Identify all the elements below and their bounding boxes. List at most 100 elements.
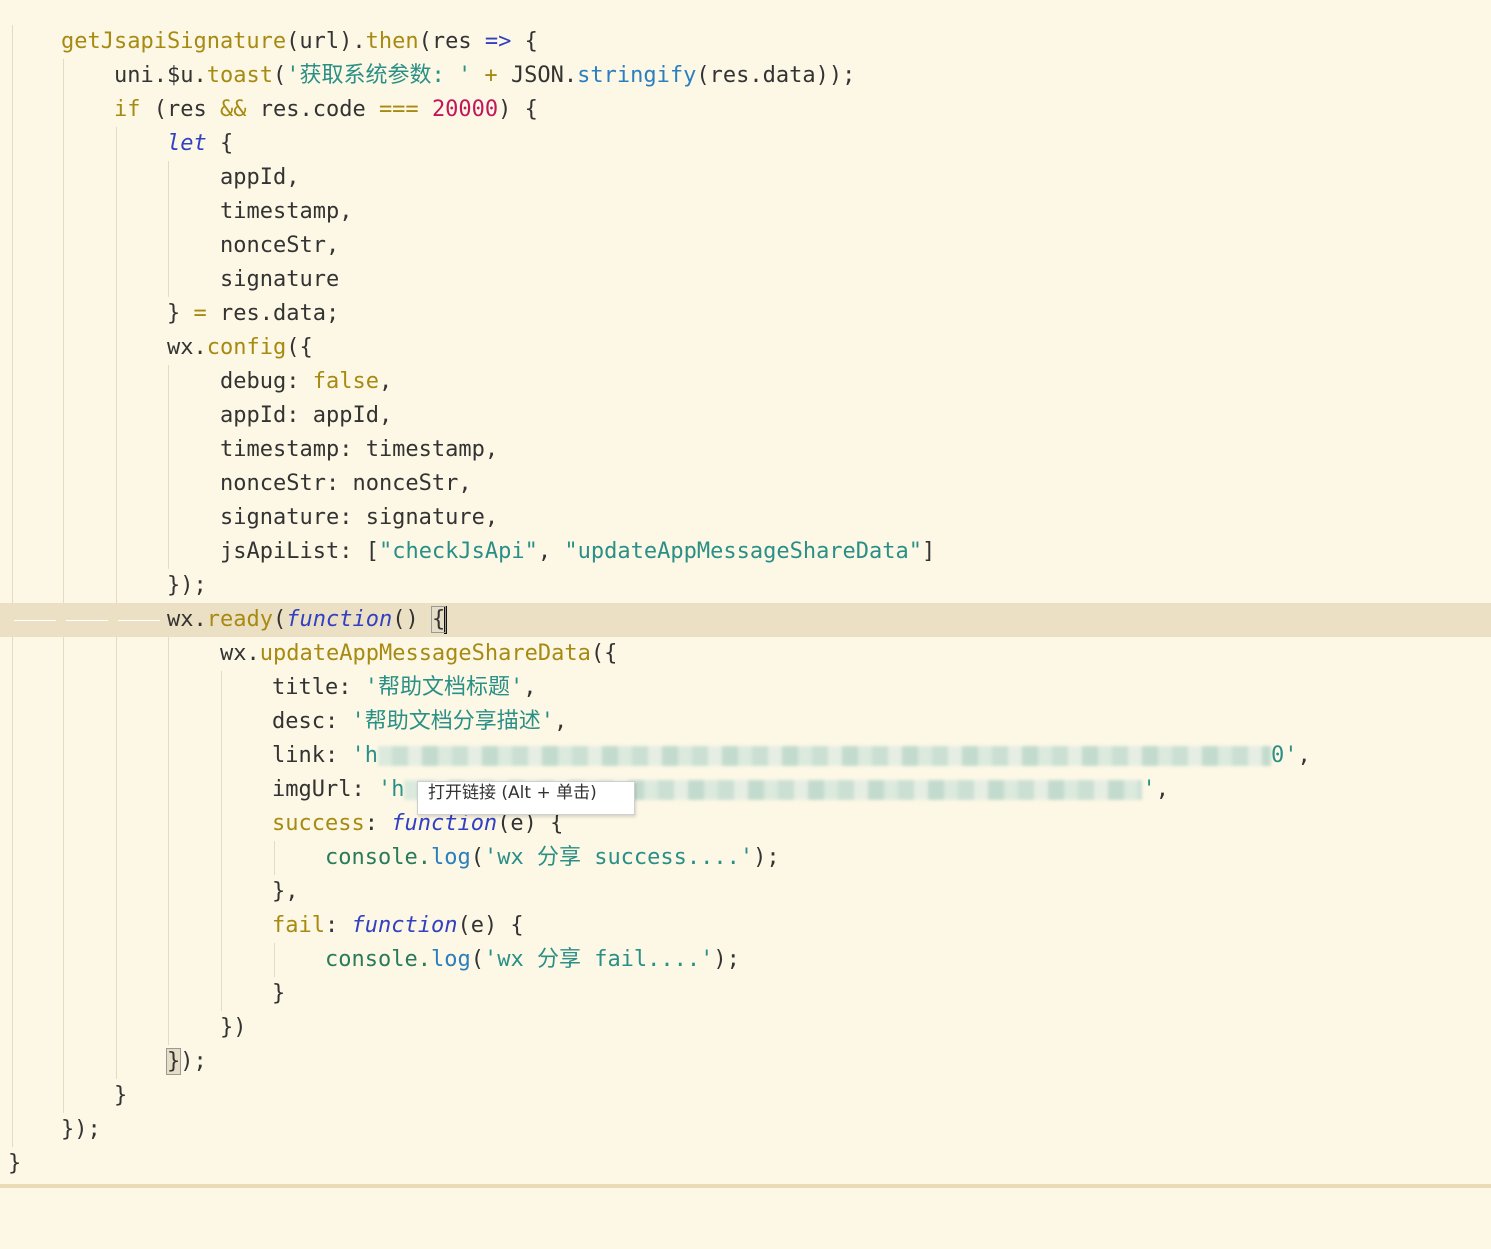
indent-guide [116, 331, 117, 365]
code-line[interactable]: desc: '帮助文档分享描述', [0, 705, 1491, 739]
code-line[interactable]: fail: function(e) { [0, 909, 1491, 943]
code-line[interactable]: imgUrl: 'h ', [0, 773, 1491, 807]
indent-guide [12, 1045, 13, 1079]
whitespace-marker [118, 620, 160, 621]
code-text: let { [167, 127, 233, 161]
code-line[interactable]: appId, [0, 161, 1491, 195]
indent-guide [274, 943, 275, 977]
code-line[interactable]: }); [0, 1113, 1491, 1147]
token: function [351, 913, 458, 938]
indent-guide [12, 977, 13, 1011]
indent-guide [168, 195, 169, 229]
code-line[interactable]: nonceStr, [0, 229, 1491, 263]
indent-guide [63, 943, 64, 977]
code-line[interactable]: title: '帮助文档标题', [0, 671, 1491, 705]
token: title: [272, 675, 365, 700]
code-text: }); [167, 573, 207, 598]
code-text: signature [220, 267, 340, 292]
code-line[interactable]: timestamp, [0, 195, 1491, 229]
code-line[interactable]: getJsapiSignature(url).then(res => { [0, 25, 1491, 59]
token: JSON. [510, 63, 578, 88]
token: ' [1142, 777, 1156, 802]
link-url-start[interactable]: 'h [351, 743, 378, 768]
code-line[interactable]: signature: signature, [0, 501, 1491, 535]
indent-guide [168, 773, 169, 807]
code-line[interactable]: jsApiList: ["checkJsApi", "updateAppMess… [0, 535, 1491, 569]
indent-guide [168, 467, 169, 501]
code-line[interactable]: success: function(e) { [0, 807, 1491, 841]
code-text: nonceStr, [220, 233, 340, 258]
indent-guide [116, 807, 117, 841]
current-code-line[interactable]: wx.ready(function() { [0, 603, 1491, 637]
code-line[interactable]: }); [0, 569, 1491, 603]
code-line[interactable]: signature [0, 263, 1491, 297]
code-line[interactable]: console.log('wx 分享 fail....'); [0, 943, 1491, 977]
indent-guide [116, 773, 117, 807]
token: === [378, 97, 419, 122]
code-line[interactable]: link: 'h 0', [0, 739, 1491, 773]
token: fail [272, 913, 325, 938]
indent-guide [63, 161, 64, 195]
indent-guide [63, 535, 64, 569]
code-line[interactable]: wx.updateAppMessageShareData({ [0, 637, 1491, 671]
indent-guide [168, 1011, 169, 1045]
indent-guide [116, 127, 117, 161]
code-line[interactable]: if (res && res.code === 20000) { [0, 93, 1491, 127]
code-line[interactable]: uni.$u.toast('获取系统参数: ' + JSON.stringify… [0, 59, 1491, 93]
code-line[interactable]: debug: false, [0, 365, 1491, 399]
token: (url). [286, 29, 366, 54]
redacted-url[interactable] [377, 746, 1271, 766]
code-editor[interactable]: getJsapiSignature(url).then(res => { uni… [0, 0, 1491, 1186]
code-line[interactable]: } [0, 1147, 1491, 1181]
indent-guide [12, 399, 13, 433]
code-text: timestamp, [220, 199, 353, 224]
indent-guide [63, 875, 64, 909]
code-line[interactable]: } [0, 1079, 1491, 1113]
token: ); [713, 947, 740, 972]
indent-guide [63, 93, 64, 127]
indent-guide [168, 671, 169, 705]
indent-guide [12, 943, 13, 977]
indent-guide [12, 705, 13, 739]
indent-guide [12, 1113, 13, 1147]
code-text: if (res && res.code === 20000) { [114, 93, 538, 127]
code-line[interactable]: console.log('wx 分享 success....'); [0, 841, 1491, 875]
token: () [392, 607, 432, 632]
token: { [511, 29, 538, 54]
token: 0' [1270, 743, 1298, 768]
code-line[interactable]: } [0, 977, 1491, 1011]
code-line[interactable]: nonceStr: nonceStr, [0, 467, 1491, 501]
indent-guide [168, 739, 169, 773]
code-line[interactable]: timestamp: timestamp, [0, 433, 1491, 467]
indent-guide [63, 1011, 64, 1045]
indent-guide [12, 909, 13, 943]
indent-guide [116, 909, 117, 943]
token: ( [470, 947, 484, 972]
indent-guide [116, 535, 117, 569]
code-line[interactable]: }); [0, 1045, 1491, 1079]
indent-guide [168, 909, 169, 943]
code-line[interactable]: appId: appId, [0, 399, 1491, 433]
indent-guide [221, 943, 222, 977]
token: } [167, 301, 194, 326]
indent-guide [116, 263, 117, 297]
code-line[interactable]: } = res.data; [0, 297, 1491, 331]
code-line[interactable]: wx.config({ [0, 331, 1491, 365]
token: "checkJsApi" [378, 539, 538, 564]
indent-guide [221, 773, 222, 807]
code-line[interactable]: }) [0, 1011, 1491, 1045]
token: (res [140, 97, 220, 122]
code-text: appId: appId, [220, 403, 393, 428]
token: { [206, 131, 234, 156]
code-text: } [8, 1151, 22, 1176]
code-text: wx.ready(function() { [167, 603, 448, 637]
indent-guide [12, 535, 13, 569]
code-line[interactable]: }, [0, 875, 1491, 909]
code-text: console.log('wx 分享 success....'); [325, 841, 780, 875]
token: ready [206, 607, 273, 632]
indent-guide [168, 433, 169, 467]
token: stringify [577, 63, 697, 88]
image-url-start[interactable]: 'h [378, 777, 405, 802]
indent-guide [63, 569, 64, 603]
code-line[interactable]: let { [0, 127, 1491, 161]
